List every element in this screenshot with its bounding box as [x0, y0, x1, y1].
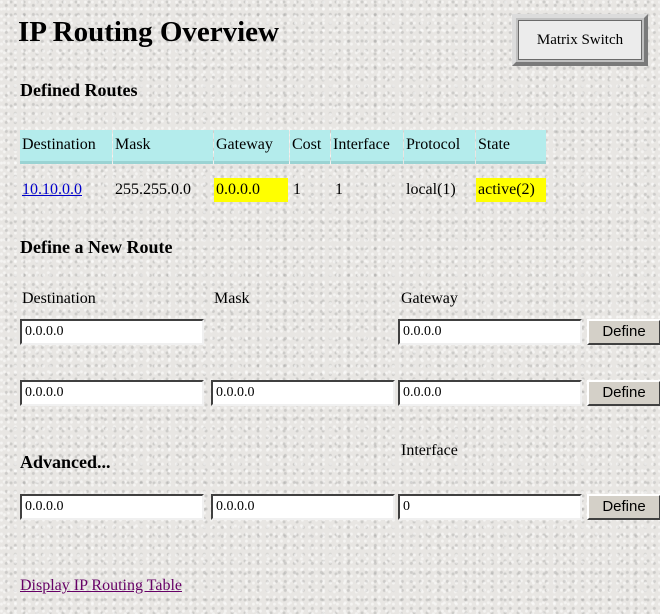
advanced-destination-input[interactable] — [20, 494, 204, 520]
route-gateway: 0.0.0.0 — [214, 178, 288, 202]
route2-mask-input[interactable] — [211, 380, 395, 406]
display-ip-routing-table-link[interactable]: Display IP Routing Table — [20, 577, 182, 595]
defined-routes-heading: Defined Routes — [20, 80, 138, 100]
mask-label: Mask — [214, 290, 250, 307]
advanced-interface-input[interactable] — [398, 494, 582, 520]
interface-label: Interface — [401, 442, 458, 459]
destination-label: Destination — [22, 290, 96, 307]
route-state: active(2) — [476, 178, 546, 202]
column-header-destination: Destination — [20, 130, 112, 164]
define-new-route-heading: Define a New Route — [20, 237, 173, 257]
advanced-mask-input[interactable] — [211, 494, 395, 520]
route1-define-button[interactable]: Define — [587, 319, 660, 345]
route-destination-link[interactable]: 10.10.0.0 — [22, 181, 82, 198]
matrix-switch-button[interactable]: Matrix Switch — [512, 14, 648, 66]
route2-gateway-input[interactable] — [398, 380, 582, 406]
route2-define-button[interactable]: Define — [587, 380, 660, 406]
route-cost: 1 — [293, 181, 301, 198]
gateway-label: Gateway — [401, 290, 458, 307]
route-protocol: local(1) — [406, 181, 456, 198]
column-header-cost: Cost — [290, 130, 330, 164]
page-title: IP Routing Overview — [18, 16, 279, 48]
advanced-heading: Advanced... — [20, 452, 111, 472]
route1-gateway-input[interactable] — [398, 319, 582, 345]
column-header-state: State — [476, 130, 546, 164]
column-header-gateway: Gateway — [214, 130, 289, 164]
column-header-protocol: Protocol — [404, 130, 475, 164]
route1-destination-input[interactable] — [20, 319, 204, 345]
advanced-define-button[interactable]: Define — [587, 494, 660, 520]
route-interface: 1 — [335, 181, 343, 198]
matrix-switch-label: Matrix Switch — [518, 20, 642, 60]
route-mask: 255.255.0.0 — [115, 181, 191, 198]
column-header-mask: Mask — [113, 130, 213, 164]
column-header-interface: Interface — [331, 130, 403, 164]
route2-destination-input[interactable] — [20, 380, 204, 406]
